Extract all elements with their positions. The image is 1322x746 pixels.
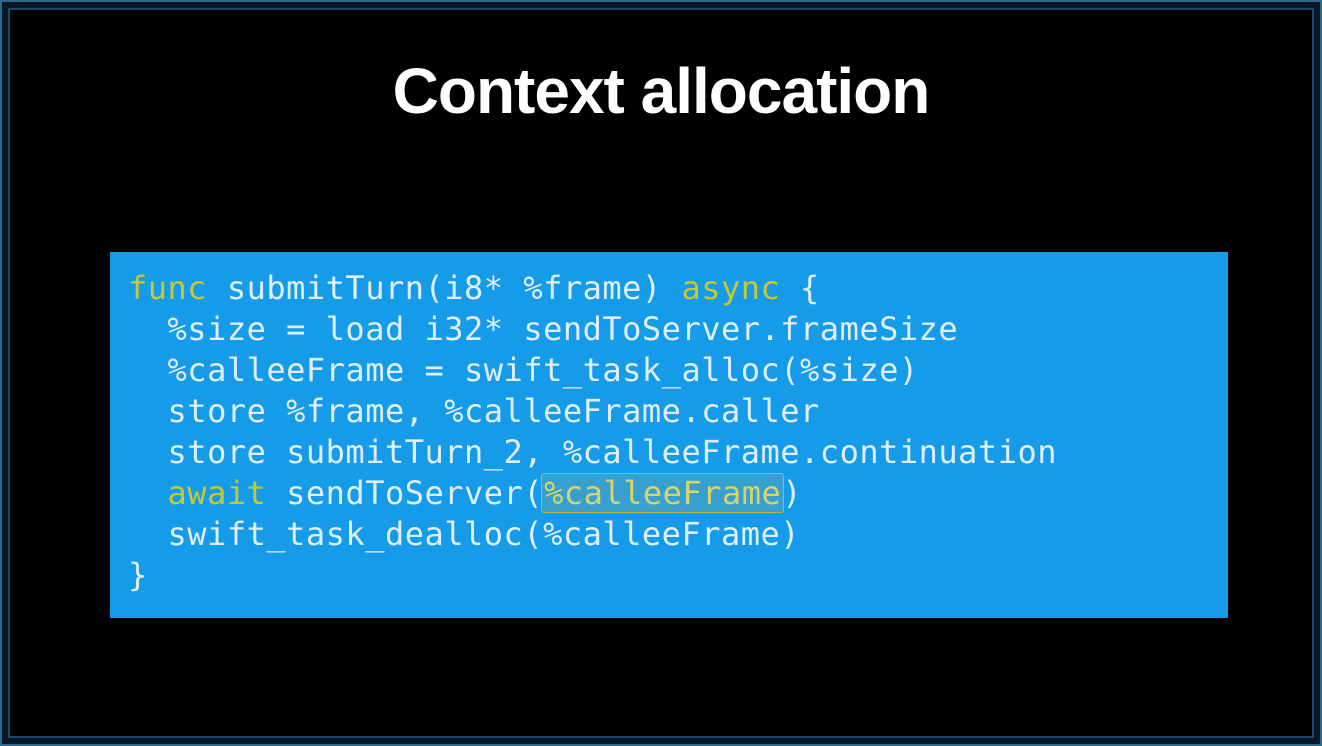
code-text: submitTurn(i8* %frame) <box>227 269 682 307</box>
slide-inner-frame: Context allocation func submitTurn(i8* %… <box>8 8 1314 738</box>
code-line-3: %calleeFrame = swift_task_alloc(%size) <box>128 350 1210 391</box>
code-line-7: swift_task_dealloc(%calleeFrame) <box>128 514 1210 555</box>
keyword-async: async <box>681 269 780 307</box>
code-line-4: store %frame, %calleeFrame.caller <box>128 391 1210 432</box>
code-line-5: store submitTurn_2, %calleeFrame.continu… <box>128 432 1210 473</box>
code-text: ) <box>782 474 802 512</box>
keyword-func: func <box>128 269 207 307</box>
slide-title: Context allocation <box>10 54 1312 128</box>
code-line-2: %size = load i32* sendToServer.frameSize <box>128 309 1210 350</box>
keyword-await: await <box>168 474 267 512</box>
highlighted-argument: %calleeFrame <box>541 473 784 513</box>
code-block: func submitTurn(i8* %frame) async { %siz… <box>110 252 1228 618</box>
code-line-6: await sendToServer(%calleeFrame) <box>128 473 1210 514</box>
code-text: { <box>800 269 820 307</box>
code-text: sendToServer( <box>286 474 543 512</box>
code-line-1: func submitTurn(i8* %frame) async { <box>128 268 1210 309</box>
slide-outer-frame: Context allocation func submitTurn(i8* %… <box>0 0 1322 746</box>
code-line-8: } <box>128 555 1210 596</box>
